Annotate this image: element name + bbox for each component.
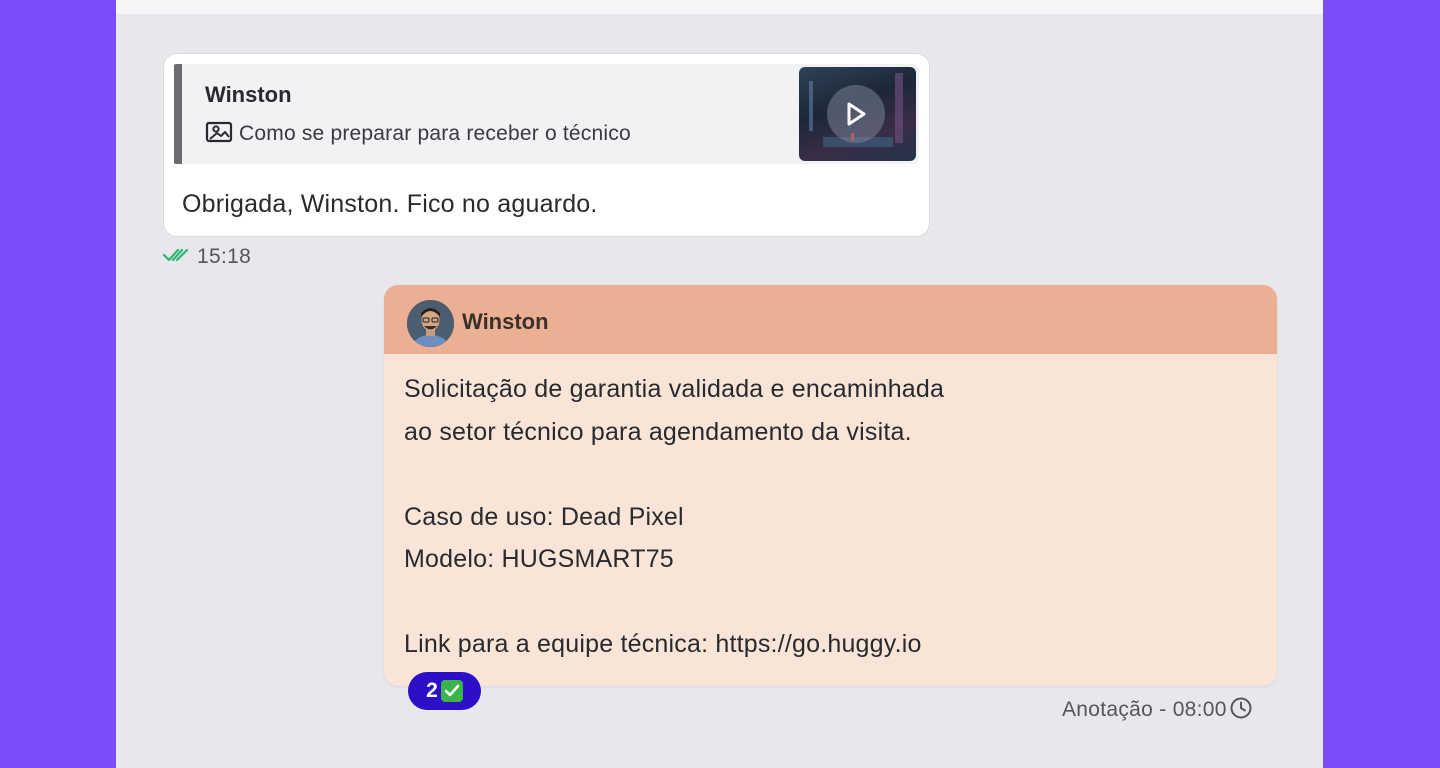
chat-header-strip	[116, 0, 1323, 14]
annotation-meta-text: Anotação - 08:00	[1062, 698, 1227, 721]
annotation-note[interactable]: Winston Solicitação de garantia validada…	[384, 285, 1277, 686]
chat-panel: Winston Como se preparar para receber o …	[116, 0, 1323, 768]
incoming-message-meta: 15:18	[162, 244, 252, 270]
note-line[interactable]: Link para a equipe técnica: https://go.h…	[404, 623, 1264, 666]
note-line: ao setor técnico para agendamento da vis…	[404, 417, 912, 446]
note-line	[404, 453, 1264, 496]
annotation-meta: Anotação - 08:00	[1062, 696, 1253, 724]
annotation-note-header: Winston	[384, 285, 1277, 354]
reaction-count: 2	[426, 679, 438, 702]
quoted-message-author: Winston	[205, 82, 292, 107]
check-mark-button-icon	[440, 680, 463, 702]
quoted-message[interactable]: Winston Como se preparar para receber o …	[174, 64, 919, 164]
quote-bar	[174, 64, 182, 164]
incoming-message-bubble[interactable]: Winston Como se preparar para receber o …	[163, 53, 930, 237]
annotation-note-body: Solicitação de garantia validada e encam…	[404, 368, 1264, 666]
reaction-badge[interactable]: 2	[408, 672, 481, 710]
avatar[interactable]	[407, 300, 454, 347]
double-check-icon	[162, 247, 189, 268]
clock-icon	[1229, 696, 1253, 725]
quoted-message-text: Como se preparar para receber o técnico	[239, 122, 631, 145]
note-line: Modelo: HUGSMART75	[404, 545, 674, 573]
play-icon[interactable]	[827, 85, 885, 143]
annotation-note-author: Winston	[462, 309, 549, 334]
incoming-message-time: 15:18	[197, 245, 252, 268]
quoted-message-line: Como se preparar para receber o técnico	[205, 120, 631, 148]
image-icon	[205, 121, 233, 148]
video-thumbnail[interactable]	[799, 67, 916, 161]
note-line: Solicitação de garantia validada e encam…	[404, 375, 945, 403]
note-line: Caso de uso: Dead Pixel	[404, 502, 684, 531]
incoming-message-text: Obrigada, Winston. Fico no aguardo.	[182, 190, 598, 218]
note-line	[404, 581, 1264, 624]
